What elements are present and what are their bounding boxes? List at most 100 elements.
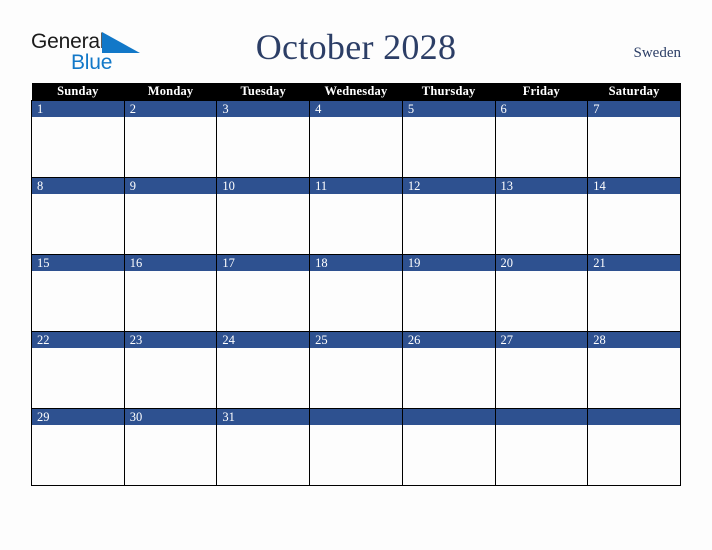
calendar-day-cell[interactable]: 25 — [309, 331, 403, 409]
calendar-day-cell[interactable]: 24 — [216, 331, 311, 409]
calendar-day-cell-empty[interactable] — [401, 408, 496, 486]
day-number: 21 — [588, 255, 680, 271]
calendar-day-cell[interactable]: 23 — [123, 331, 218, 409]
day-content[interactable] — [32, 348, 124, 408]
day-content[interactable] — [217, 117, 309, 177]
page-title: October 2028 — [255, 27, 457, 67]
day-number: 31 — [217, 409, 310, 425]
day-content[interactable] — [32, 425, 124, 485]
calendar-day-cell[interactable]: 31 — [216, 408, 311, 486]
day-number: 2 — [124, 101, 217, 117]
calendar-day-cell[interactable]: 2 — [123, 100, 218, 178]
day-content[interactable] — [217, 194, 309, 254]
calendar-day-cell[interactable]: 9 — [123, 177, 218, 255]
day-content[interactable] — [403, 117, 495, 177]
day-content[interactable] — [125, 194, 217, 254]
day-number: 30 — [124, 409, 217, 425]
weekday-header-monday: Monday — [124, 83, 217, 101]
calendar-day-cell[interactable]: 17 — [216, 254, 311, 332]
calendar-day-cell[interactable]: 26 — [401, 331, 496, 409]
day-number: 3 — [217, 101, 310, 117]
day-content[interactable] — [125, 117, 217, 177]
calendar-day-cell[interactable]: 22 — [31, 331, 125, 409]
calendar-day-cell[interactable]: 28 — [587, 331, 681, 409]
day-number: 26 — [402, 332, 495, 348]
calendar-day-cell[interactable]: 29 — [31, 408, 125, 486]
calendar-day-cell[interactable]: 19 — [401, 254, 496, 332]
day-content[interactable] — [217, 348, 309, 408]
country-label: Sweden — [633, 45, 682, 61]
day-content[interactable] — [496, 348, 588, 408]
day-content[interactable] — [310, 117, 402, 177]
calendar-day-cell-empty[interactable] — [309, 408, 403, 486]
calendar-day-cell[interactable]: 15 — [31, 254, 125, 332]
day-content[interactable] — [32, 271, 124, 331]
day-number: 5 — [402, 101, 495, 117]
calendar-day-cell[interactable]: 30 — [123, 408, 218, 486]
calendar-day-cell[interactable]: 1 — [31, 100, 125, 178]
day-number: 27 — [495, 332, 588, 348]
calendar-day-cell[interactable]: 14 — [587, 177, 681, 255]
day-number: 16 — [124, 255, 217, 271]
day-content[interactable] — [125, 271, 217, 331]
day-number: 6 — [495, 101, 588, 117]
day-number: 19 — [402, 255, 495, 271]
calendar-day-cell[interactable]: 13 — [494, 177, 589, 255]
day-number — [495, 409, 588, 425]
calendar-day-cell[interactable]: 3 — [216, 100, 311, 178]
calendar-day-cell[interactable]: 12 — [401, 177, 496, 255]
calendar-day-cell[interactable]: 20 — [494, 254, 589, 332]
day-content[interactable] — [310, 348, 402, 408]
day-content[interactable] — [310, 271, 402, 331]
calendar-day-cell[interactable]: 27 — [494, 331, 589, 409]
day-content[interactable] — [588, 271, 680, 331]
calendar-day-cell[interactable]: 4 — [309, 100, 403, 178]
day-content[interactable] — [588, 117, 680, 177]
calendar-week-row: 8 9 10 11 12 13 14 — [31, 177, 681, 255]
day-content[interactable] — [310, 425, 402, 485]
calendar-day-cell[interactable]: 21 — [587, 254, 681, 332]
day-content[interactable] — [403, 194, 495, 254]
weekday-header-saturday: Saturday — [587, 83, 681, 101]
day-number: 28 — [588, 332, 680, 348]
calendar-week-row: 22 23 24 25 26 27 28 — [31, 331, 681, 409]
day-content[interactable] — [125, 425, 217, 485]
day-content[interactable] — [310, 194, 402, 254]
calendar-day-cell[interactable]: 10 — [216, 177, 311, 255]
day-content[interactable] — [32, 194, 124, 254]
calendar-day-cell-empty[interactable] — [494, 408, 589, 486]
day-content[interactable] — [496, 271, 588, 331]
day-number: 23 — [124, 332, 217, 348]
weekday-header-sunday: Sunday — [31, 83, 125, 101]
day-number: 17 — [217, 255, 310, 271]
day-content[interactable] — [403, 348, 495, 408]
day-content[interactable] — [217, 425, 309, 485]
day-content[interactable] — [32, 117, 124, 177]
weekday-header-thursday: Thursday — [402, 83, 496, 101]
calendar-day-cell[interactable]: 16 — [123, 254, 218, 332]
calendar-day-cell[interactable]: 11 — [309, 177, 403, 255]
calendar-day-cell[interactable]: 18 — [309, 254, 403, 332]
calendar-week-row: 1 2 3 4 5 6 7 — [31, 100, 681, 178]
day-content[interactable] — [403, 271, 495, 331]
day-content[interactable] — [125, 348, 217, 408]
calendar-day-cell[interactable]: 8 — [31, 177, 125, 255]
day-number: 29 — [32, 409, 124, 425]
calendar-day-cell[interactable]: 7 — [587, 100, 681, 178]
calendar-day-cell[interactable]: 6 — [494, 100, 589, 178]
day-content[interactable] — [588, 194, 680, 254]
day-content[interactable] — [496, 425, 588, 485]
day-content[interactable] — [496, 117, 588, 177]
day-number: 25 — [310, 332, 402, 348]
day-content[interactable] — [588, 425, 680, 485]
day-content[interactable] — [496, 194, 588, 254]
day-number: 24 — [217, 332, 310, 348]
calendar-grid: Sunday Monday Tuesday Wednesday Thursday… — [31, 83, 681, 486]
calendar-day-cell[interactable]: 5 — [401, 100, 496, 178]
weekday-header-tuesday: Tuesday — [216, 83, 310, 101]
calendar-day-cell-empty[interactable] — [587, 408, 681, 486]
day-content[interactable] — [588, 348, 680, 408]
day-number: 14 — [588, 178, 680, 194]
day-content[interactable] — [403, 425, 495, 485]
day-content[interactable] — [217, 271, 309, 331]
